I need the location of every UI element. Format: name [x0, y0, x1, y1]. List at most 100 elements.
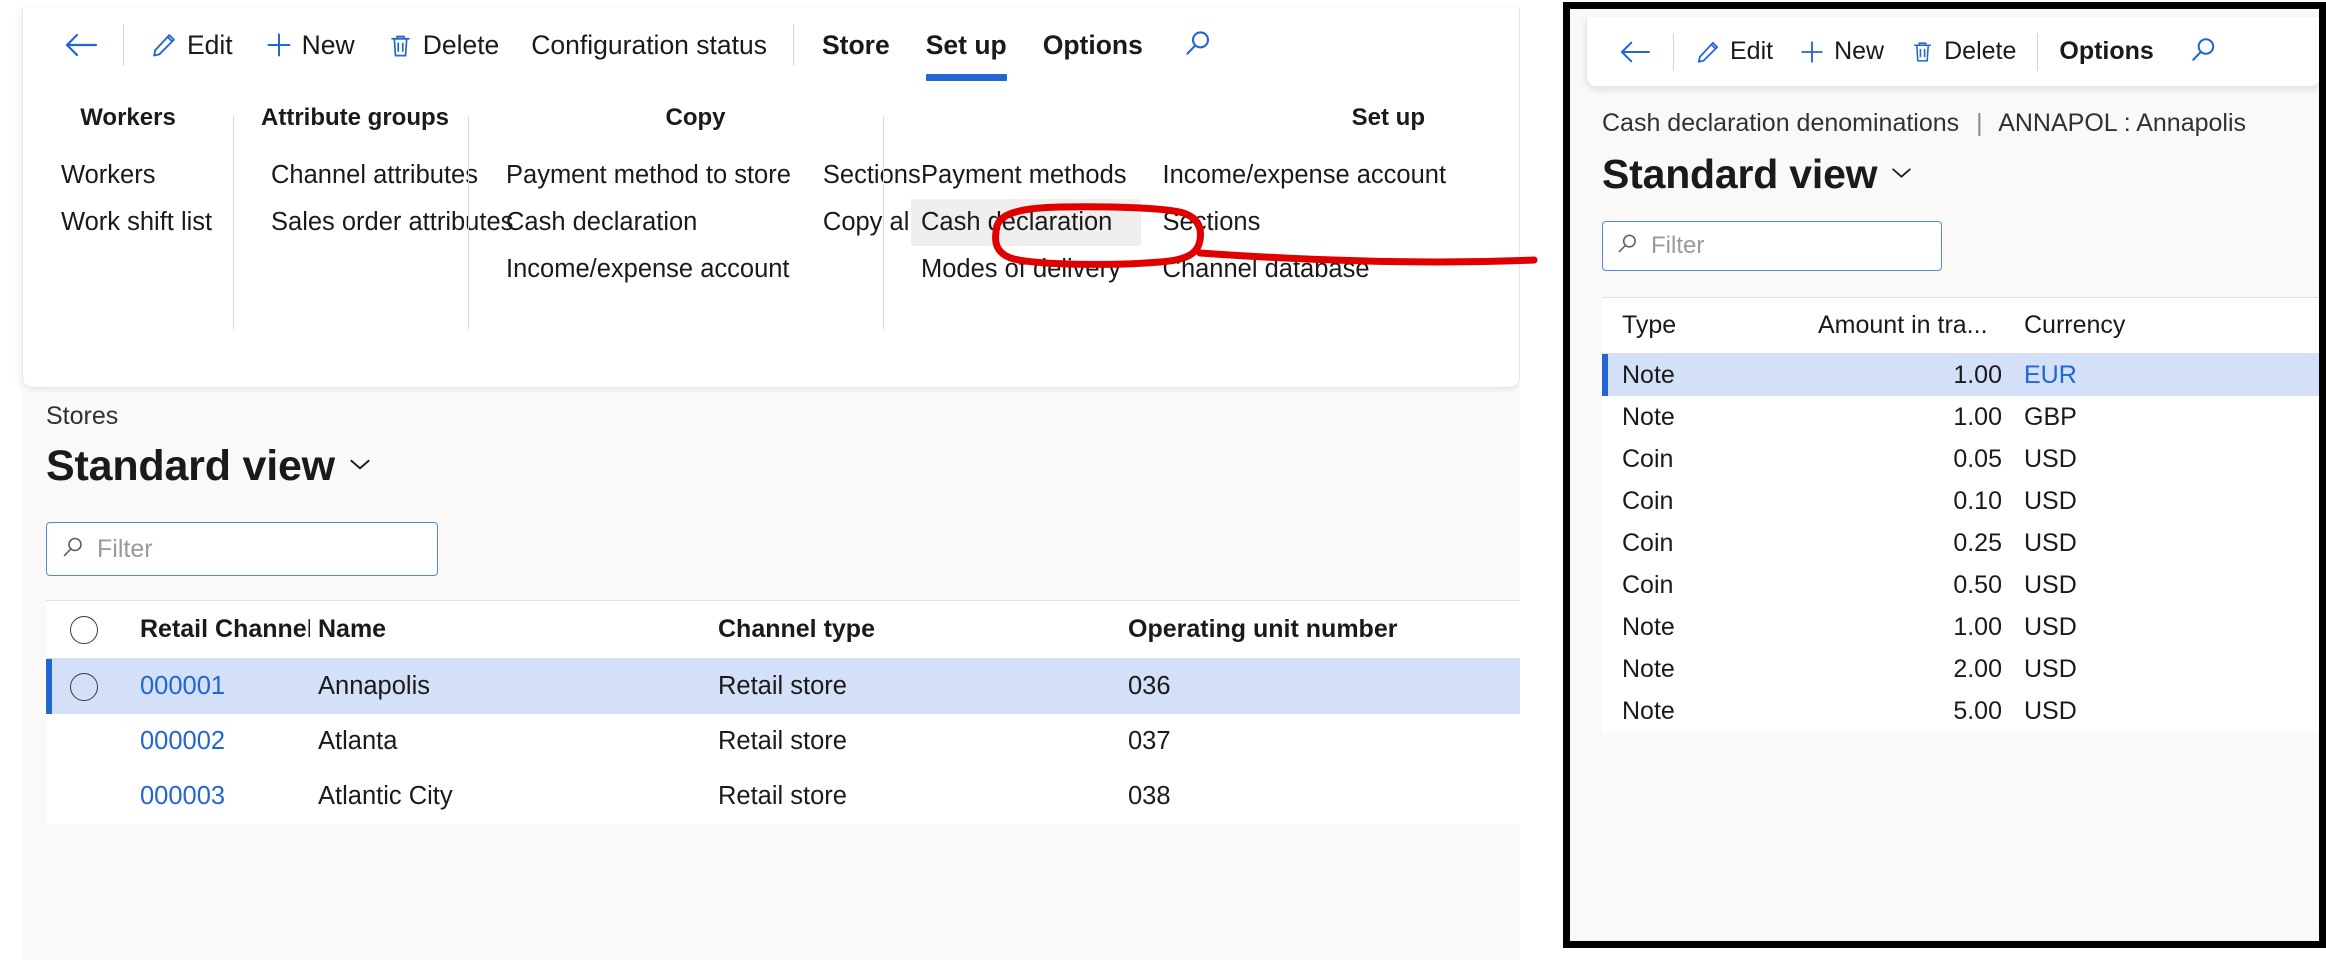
right-toolbar-divider	[1673, 33, 1674, 71]
right-panel-content: Edit New	[1570, 9, 2319, 941]
right-edit-button-label: Edit	[1730, 37, 1773, 66]
stores-page: Stores Standard view Filter	[22, 392, 1520, 960]
table-row[interactable]: Note 1.00 USD	[1602, 606, 2319, 648]
tab-set-up[interactable]: Set up	[908, 24, 1025, 67]
cell-channel-type: Retail store	[710, 782, 1120, 811]
right-new-button[interactable]: New	[1786, 31, 1897, 72]
cell-amount: 2.00	[1812, 655, 2002, 684]
cell-channel-type: Retail store	[710, 727, 1120, 756]
ribbon-item-setup-payment-methods[interactable]: Payment methods	[911, 152, 1141, 199]
right-view-selector[interactable]: Standard view	[1602, 151, 1914, 198]
right-action-pane: Edit New	[1586, 17, 2319, 87]
ribbon-groups: Workers Workers Work shift list Attribut…	[23, 96, 1519, 387]
search-icon	[61, 535, 85, 564]
configuration-status-button[interactable]: Configuration status	[515, 24, 783, 67]
cell-retail-channel-id[interactable]: 000003	[122, 782, 310, 811]
back-button[interactable]	[49, 24, 113, 66]
table-row[interactable]: Coin 0.25 USD	[1602, 522, 2319, 564]
ribbon-item-setup-modes-of-delivery[interactable]: Modes of delivery	[911, 246, 1141, 293]
cell-name: Annapolis	[310, 672, 710, 701]
cell-currency: USD	[2002, 655, 2162, 684]
ribbon-item-copy-cash-declaration[interactable]: Cash declaration	[496, 199, 805, 246]
ribbon-item-setup-cash-declaration[interactable]: Cash declaration	[911, 199, 1141, 246]
cell-currency: USD	[2002, 445, 2162, 474]
toolbar-search-button[interactable]	[1161, 22, 1235, 69]
column-header-name[interactable]: Name	[310, 615, 710, 644]
ribbon-group-set-up-title: Set up	[911, 104, 1491, 132]
breadcrumb: Cash declaration denominations | ANNAPOL…	[1602, 109, 2246, 138]
table-row[interactable]: 000002 Atlanta Retail store 037	[46, 714, 1520, 769]
column-header-currency[interactable]: Currency	[2002, 311, 2162, 340]
cell-operating-unit-number: 038	[1120, 782, 1440, 811]
right-search-button[interactable]	[2167, 29, 2240, 75]
denominations-grid-header: Type Amount in tra... Currency	[1602, 298, 2319, 354]
delete-button[interactable]: Delete	[371, 24, 516, 67]
cell-type: Coin	[1602, 529, 1812, 558]
tab-options[interactable]: Options	[1025, 24, 1161, 67]
ribbon-group-workers: Workers Workers Work shift list	[23, 104, 233, 387]
table-row[interactable]: Note 1.00 GBP	[1602, 396, 2319, 438]
trash-icon	[1910, 39, 1935, 64]
table-row[interactable]: 000001 Annapolis Retail store 036	[46, 659, 1520, 714]
cell-retail-channel-id[interactable]: 000001	[122, 672, 310, 701]
plus-icon	[1799, 39, 1825, 65]
denominations-filter-placeholder: Filter	[1651, 232, 1704, 260]
cell-type: Note	[1602, 613, 1812, 642]
ribbon-item-setup-sections[interactable]: Sections	[1153, 199, 1461, 246]
breadcrumb-context: ANNAPOL : Annapolis	[1998, 109, 2246, 137]
new-button[interactable]: New	[249, 24, 371, 67]
tab-store[interactable]: Store	[804, 24, 908, 67]
column-header-channel-type[interactable]: Channel type	[710, 615, 1120, 644]
radio-icon	[70, 673, 98, 701]
tab-set-up-label: Set up	[926, 30, 1007, 60]
edit-button-label: Edit	[187, 30, 233, 61]
column-header-amount[interactable]: Amount in tra...	[1812, 311, 2002, 340]
cell-type: Coin	[1602, 445, 1812, 474]
right-tab-options[interactable]: Options	[2046, 31, 2166, 72]
chevron-down-icon	[1889, 164, 1914, 186]
column-header-type[interactable]: Type	[1602, 311, 1812, 340]
cell-amount: 5.00	[1812, 697, 2002, 726]
radio-icon	[70, 616, 98, 644]
table-row[interactable]: 000003 Atlantic City Retail store 038	[46, 769, 1520, 824]
cell-retail-channel-id[interactable]: 000002	[122, 727, 310, 756]
table-row[interactable]: Note 1.00 EUR	[1602, 354, 2319, 396]
edit-button[interactable]: Edit	[134, 24, 249, 67]
ribbon-item-copy-income-expense-account[interactable]: Income/expense account	[496, 246, 805, 293]
table-row[interactable]: Note 5.00 USD	[1602, 690, 2319, 732]
cell-currency[interactable]: EUR	[2002, 361, 2162, 390]
toolbar-divider-2	[793, 24, 794, 66]
right-delete-button[interactable]: Delete	[1897, 31, 2029, 72]
right-new-button-label: New	[1834, 37, 1884, 66]
cell-amount: 0.25	[1812, 529, 2002, 558]
page-caption: Stores	[46, 402, 118, 431]
cell-type: Coin	[1602, 571, 1812, 600]
stores-filter-input[interactable]: Filter	[46, 522, 438, 576]
tab-store-label: Store	[822, 30, 890, 60]
cell-currency: USD	[2002, 697, 2162, 726]
ribbon-item-work-shift-list[interactable]: Work shift list	[51, 199, 226, 246]
table-row[interactable]: Coin 0.10 USD	[1602, 480, 2319, 522]
right-edit-button[interactable]: Edit	[1682, 31, 1786, 72]
column-header-retail-channel-id[interactable]: Retail Channel Id	[122, 615, 310, 644]
denominations-filter-input[interactable]: Filter	[1602, 221, 1942, 271]
new-button-label: New	[302, 30, 355, 61]
cell-currency: GBP	[2002, 403, 2162, 432]
ribbon-item-setup-channel-database[interactable]: Channel database	[1153, 246, 1461, 293]
cell-currency: USD	[2002, 613, 2162, 642]
cell-currency: USD	[2002, 487, 2162, 516]
table-row[interactable]: Coin 0.50 USD	[1602, 564, 2319, 606]
ribbon-item-copy-payment-method-to-store[interactable]: Payment method to store	[496, 152, 805, 199]
search-icon	[1616, 232, 1639, 260]
row-select-radio[interactable]	[46, 673, 122, 701]
breadcrumb-page: Cash declaration denominations	[1602, 109, 1959, 137]
select-all-checkbox[interactable]	[46, 616, 122, 644]
table-row[interactable]: Coin 0.05 USD	[1602, 438, 2319, 480]
ribbon-item-workers[interactable]: Workers	[51, 152, 226, 199]
table-row[interactable]: Note 2.00 USD	[1602, 648, 2319, 690]
cell-type: Coin	[1602, 487, 1812, 516]
column-header-operating-unit-number[interactable]: Operating unit number	[1120, 615, 1440, 644]
view-selector[interactable]: Standard view	[46, 442, 373, 491]
ribbon-item-setup-income-expense-account[interactable]: Income/expense account	[1153, 152, 1461, 199]
right-back-button[interactable]	[1605, 32, 1665, 72]
